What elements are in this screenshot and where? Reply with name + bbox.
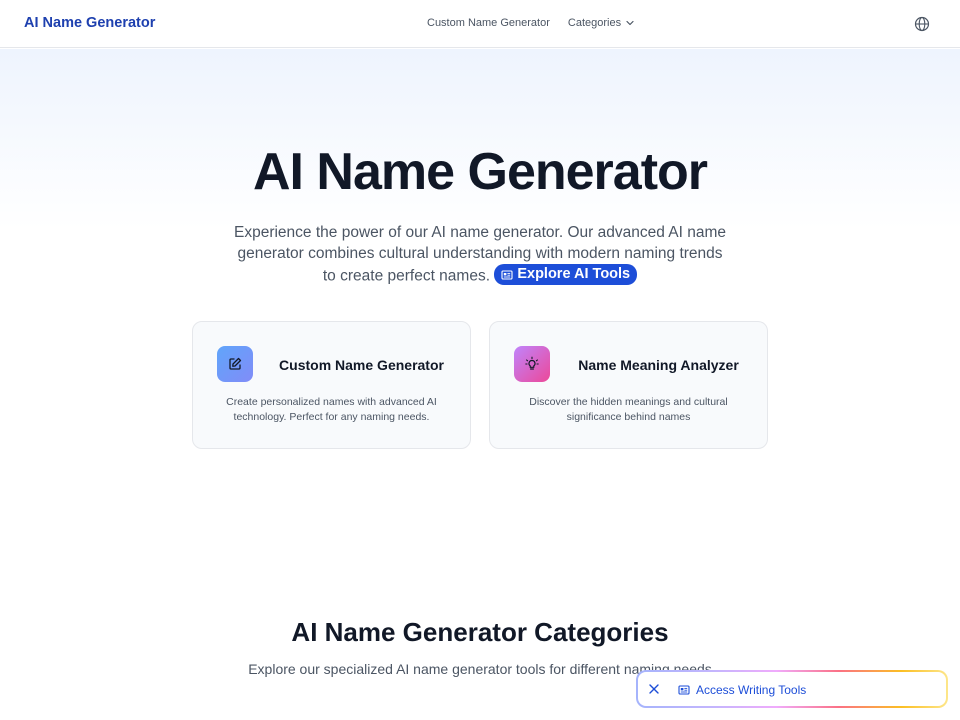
name-meaning-analyzer-card[interactable]: Name Meaning Analyzer Discover the hidde… <box>489 321 768 449</box>
access-writing-tools-button[interactable]: Access Writing Tools <box>678 683 806 697</box>
hero-description: Experience the power of our AI name gene… <box>230 222 730 287</box>
card-title: Custom Name Generator <box>279 357 444 373</box>
nav-categories-dropdown[interactable]: Categories <box>568 17 635 29</box>
writing-tools-bar: Access Writing Tools <box>636 670 948 708</box>
nav-categories-label: Categories <box>567 17 622 29</box>
explore-ai-tools-button[interactable]: Explore AI Tools <box>494 264 638 285</box>
access-writing-tools-label: Access Writing Tools <box>696 683 807 697</box>
close-icon[interactable] <box>648 683 660 695</box>
hero-title: AI Name Generator <box>252 143 708 201</box>
custom-name-generator-card[interactable]: Custom Name Generator Create personalize… <box>192 321 471 449</box>
card-icon-badge <box>217 346 253 382</box>
nav-links: Custom Name Generator Categories <box>427 17 635 29</box>
chevron-down-icon <box>626 20 634 26</box>
explore-ai-tools-label: Explore AI Tools <box>517 266 631 282</box>
globe-icon[interactable] <box>914 16 930 32</box>
lightbulb-icon <box>525 356 539 370</box>
hero-section <box>0 49 960 549</box>
card-icon-badge <box>514 346 550 382</box>
top-navbar: AI Name Generator Custom Name Generator … <box>0 0 960 48</box>
categories-section-title: AI Name Generator Categories <box>291 617 669 647</box>
brand-logo-link[interactable]: AI Name Generator <box>24 15 155 31</box>
card-description: Discover the hidden meanings and cultura… <box>529 396 728 423</box>
newspaper-icon <box>678 685 690 695</box>
edit-icon <box>229 357 242 370</box>
writing-tools-inner: Access Writing Tools <box>638 672 946 706</box>
card-description: Create personalized names with advanced … <box>226 396 437 423</box>
newspaper-icon <box>501 269 513 280</box>
nav-link-custom-name-generator[interactable]: Custom Name Generator <box>427 17 550 29</box>
card-title: Name Meaning Analyzer <box>578 357 739 373</box>
hero-description-text: Experience the power of our AI name gene… <box>234 224 726 285</box>
